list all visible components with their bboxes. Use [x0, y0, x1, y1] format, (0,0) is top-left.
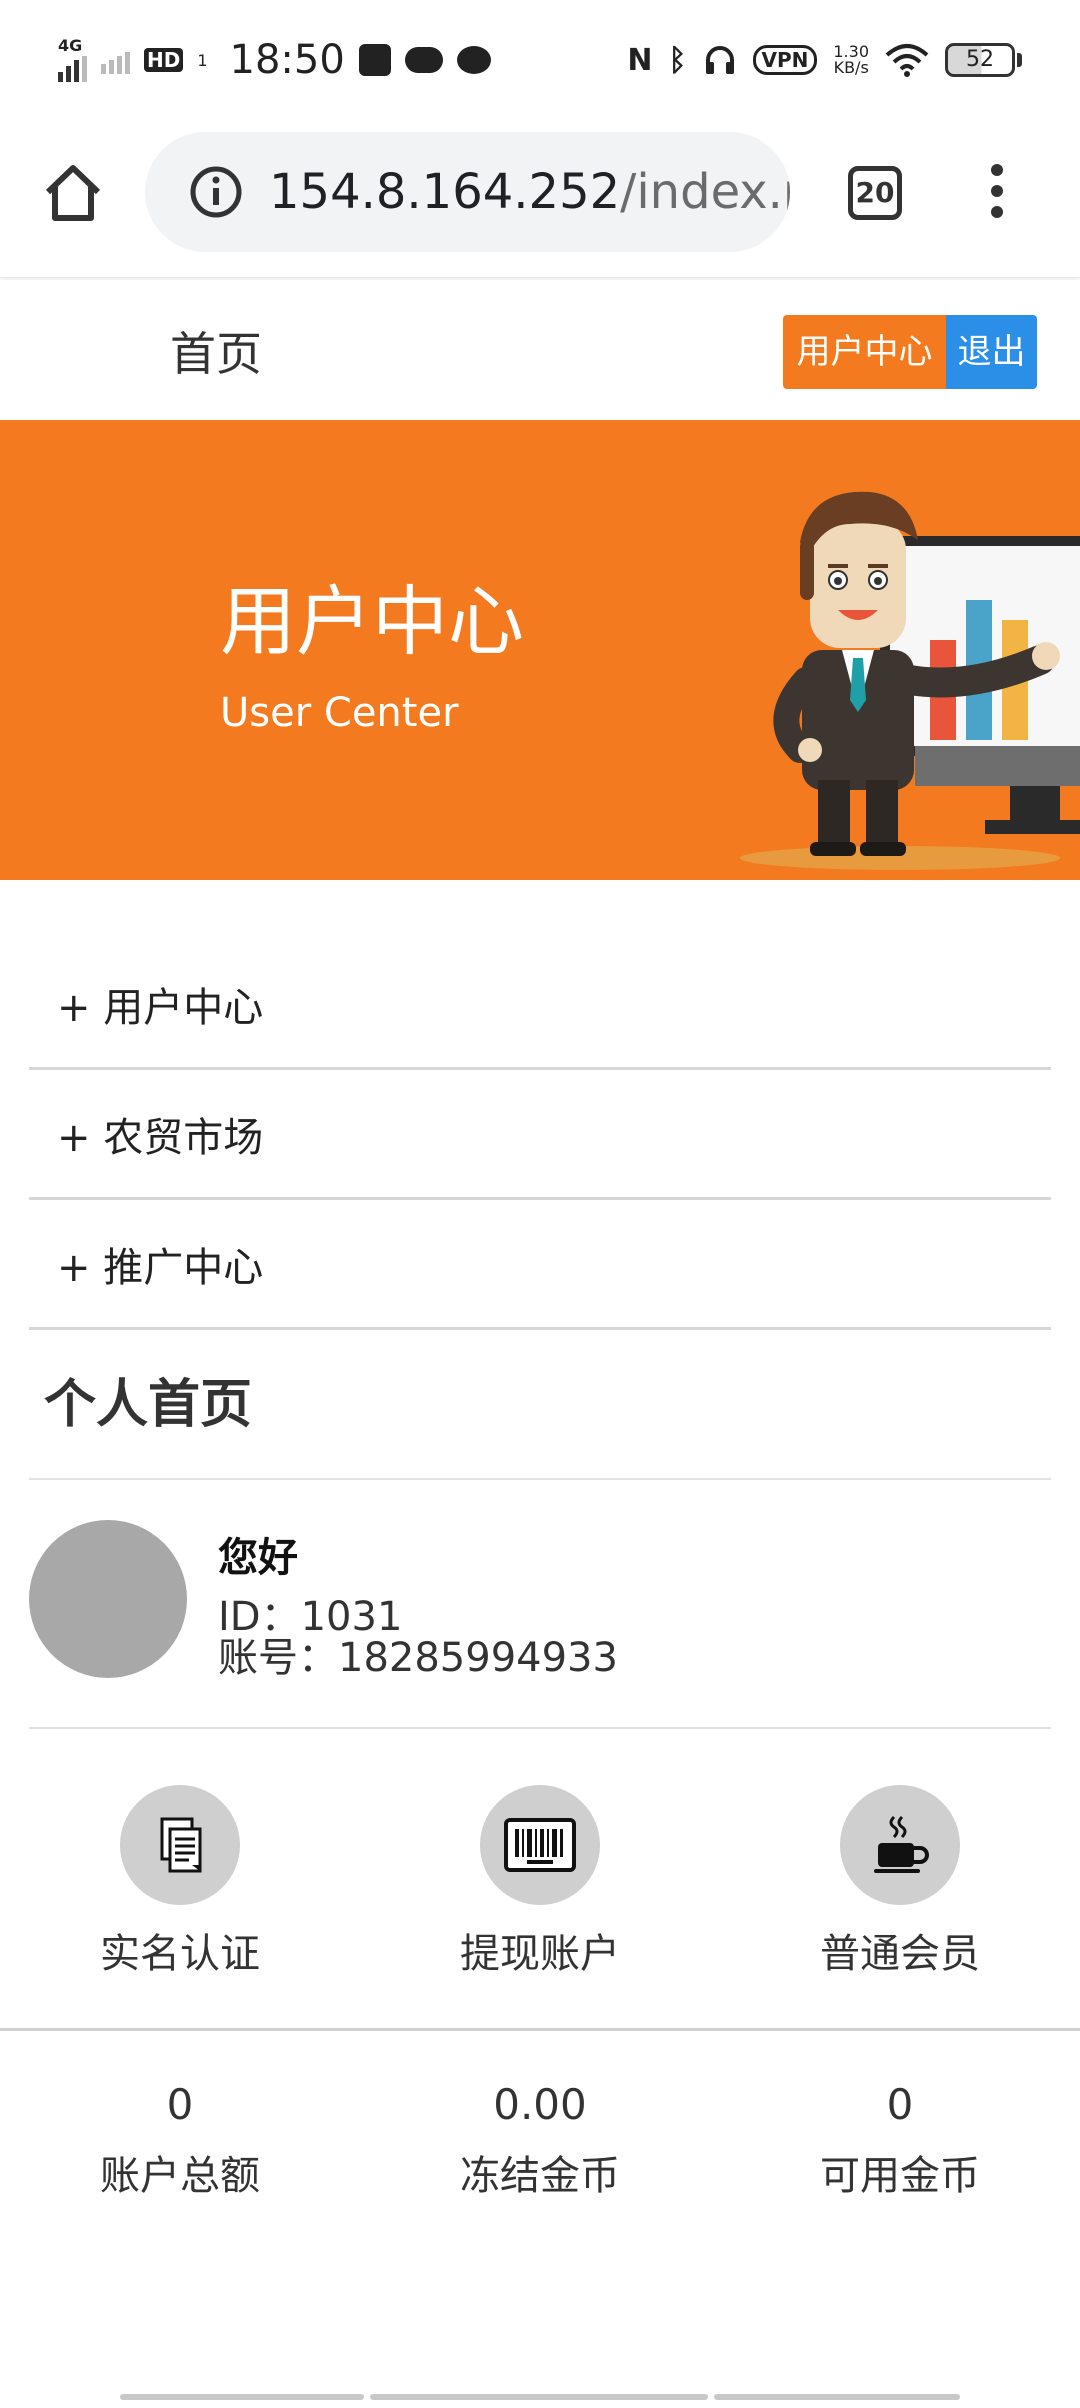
signal-secondary-icon: [101, 46, 130, 74]
stat-label: 冻结金币: [460, 2153, 620, 2199]
more-menu-icon[interactable]: [982, 164, 1012, 224]
info-icon[interactable]: [189, 165, 243, 219]
action-label: 提现账户: [460, 1931, 620, 1977]
hd-badge: HD: [144, 48, 184, 72]
businessman-illustration: [740, 491, 1080, 870]
collapsible-menu: + 用户中心 + 农贸市场 + 推广中心: [29, 940, 1051, 1330]
tab-switcher-button[interactable]: 20: [848, 166, 902, 220]
menu-item-label: + 用户中心: [57, 984, 264, 1031]
document-icon: [120, 1785, 240, 1905]
banner: 用户中心 User Center: [0, 420, 1080, 880]
battery-level: 52: [945, 43, 1015, 77]
scroll-indicator: [120, 2394, 364, 2400]
real-name-verification-button[interactable]: 实名认证: [60, 1785, 300, 1979]
greeting: 您好: [218, 1535, 298, 1581]
network-type: 4G: [58, 36, 83, 55]
menu-item-promotion-center[interactable]: + 推广中心: [29, 1200, 1051, 1330]
message-bubble-icon: [456, 46, 491, 74]
stat-frozen-coins: 0.00 冻结金币: [420, 2080, 660, 2201]
action-label: 普通会员: [820, 1931, 980, 1977]
action-label: 实名认证: [100, 1931, 260, 1977]
menu-item-user-center[interactable]: + 用户中心: [29, 940, 1051, 1070]
coffee-cup-icon: [840, 1785, 960, 1905]
signal-icon: 4G: [58, 38, 87, 82]
regular-member-button[interactable]: 普通会员: [780, 1785, 1020, 1979]
home-icon[interactable]: [40, 160, 106, 226]
section-title: 个人首页: [44, 1375, 253, 1435]
stat-available-coins: 0 可用金币: [780, 2080, 1020, 2201]
battery-icon: 52: [945, 43, 1022, 77]
scroll-indicator: [714, 2394, 960, 2400]
menu-item-farm-market[interactable]: + 农贸市场: [29, 1070, 1051, 1200]
network-speed: 1.30 KB/s: [833, 42, 869, 77]
avatar[interactable]: [29, 1520, 187, 1678]
menu-item-label: + 农贸市场: [57, 1114, 264, 1161]
app-notification-icon: [358, 44, 391, 76]
scroll-indicator: [370, 2394, 708, 2400]
divider: [29, 1727, 1051, 1729]
banner-subtitle: User Center: [220, 690, 459, 736]
nav-home-link[interactable]: 首页: [170, 318, 262, 384]
stat-value: 0: [886, 2080, 914, 2129]
browser-toolbar: 154.8.164.252/index.p 20: [0, 120, 1080, 278]
nfc-icon: N: [627, 42, 653, 78]
vpn-badge: VPN: [752, 45, 818, 75]
stat-total-balance: 0 账户总额: [60, 2080, 300, 2201]
url-host: 154.8.164.252: [269, 164, 621, 220]
cloud-icon: [404, 47, 443, 73]
hd-sub: 1: [197, 50, 208, 70]
logout-button[interactable]: 退出: [946, 315, 1037, 389]
user-center-button[interactable]: 用户中心: [783, 315, 946, 389]
address-bar[interactable]: 154.8.164.252/index.p: [145, 132, 790, 252]
status-bar: 4G HD 1 18:50 N ᛒ VPN 1.30 KB/s 52: [0, 0, 1080, 120]
stat-label: 账户总额: [100, 2153, 260, 2199]
divider: [29, 1478, 1051, 1480]
site-header: 首页 用户中心 退出: [0, 280, 1080, 420]
stat-value: 0.00: [493, 2080, 587, 2129]
banner-title: 用户中心: [220, 577, 524, 666]
withdrawal-account-button[interactable]: 提现账户: [420, 1785, 660, 1979]
account-number: 账号：18285994933: [218, 1635, 618, 1681]
clock: 18:50: [229, 37, 345, 83]
wifi-icon: [885, 44, 929, 77]
bluetooth-icon: ᛒ: [668, 42, 687, 78]
divider: [0, 2028, 1080, 2031]
barcode-icon: [480, 1785, 600, 1905]
headphones-icon: [705, 46, 734, 74]
stat-label: 可用金币: [820, 2153, 980, 2199]
stat-value: 0: [166, 2080, 194, 2129]
url-path: /index.p: [620, 164, 790, 220]
menu-item-label: + 推广中心: [57, 1244, 264, 1291]
